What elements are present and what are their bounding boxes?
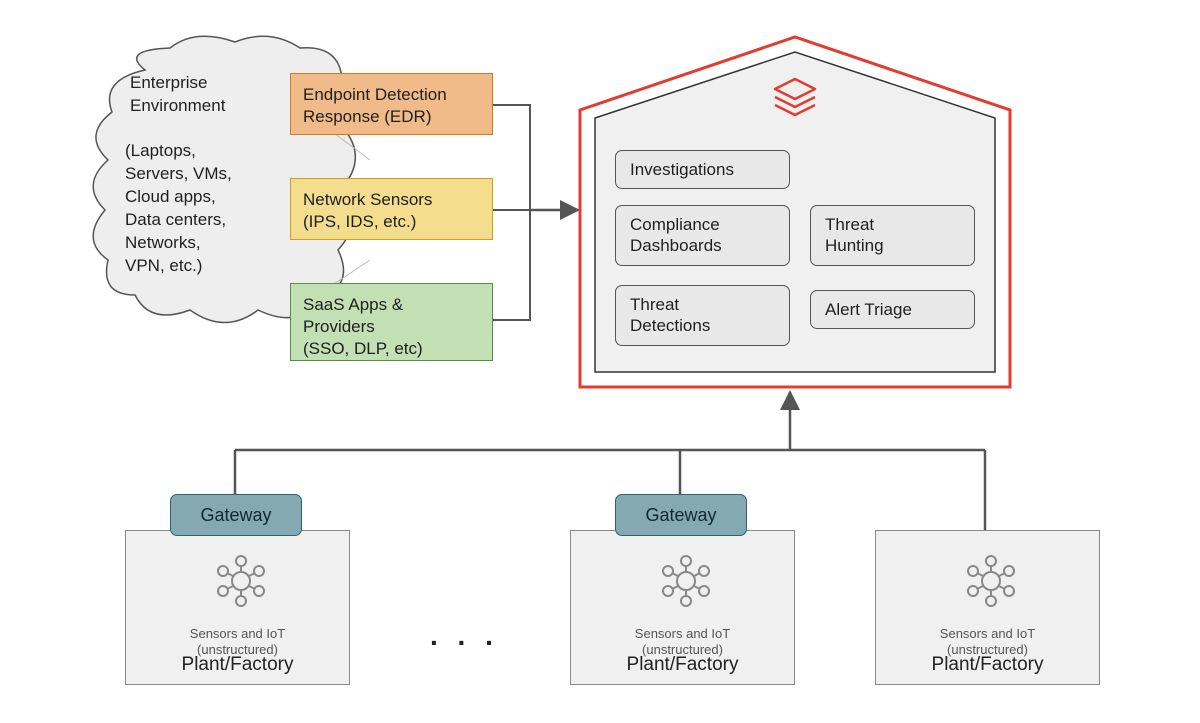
cloud-subtitle: (Laptops,Servers, VMs,Cloud apps,Data ce…: [125, 140, 300, 278]
databricks-icon: [770, 75, 820, 125]
lakehouse-hunting: ThreatHunting: [810, 205, 975, 266]
iot-mesh-icon: [656, 551, 716, 611]
cloud-title: EnterpriseEnvironment: [130, 72, 300, 118]
plant-2-title: Plant/Factory: [571, 654, 794, 676]
plant-2: Sensors and IoT(unstructured) Plant/Fact…: [570, 530, 795, 685]
gateway-2: Gateway: [615, 494, 747, 536]
iot-mesh-icon: [961, 551, 1021, 611]
plant-3: Sensors and IoT(unstructured) Plant/Fact…: [875, 530, 1100, 685]
gateway-1: Gateway: [170, 494, 302, 536]
lakehouse-detections: ThreatDetections: [615, 285, 790, 346]
source-saas: SaaS Apps &Providers(SSO, DLP, etc): [290, 283, 493, 361]
plant-1-sensors-label: Sensors and IoT(unstructured): [126, 626, 349, 657]
plant-2-sensors-label: Sensors and IoT(unstructured): [571, 626, 794, 657]
plant-1: Sensors and IoT(unstructured) Plant/Fact…: [125, 530, 350, 685]
plant-3-sensors-label: Sensors and IoT(unstructured): [876, 626, 1099, 657]
iot-mesh-icon: [211, 551, 271, 611]
lakehouse-triage: Alert Triage: [810, 290, 975, 329]
ellipsis: . . .: [430, 620, 499, 652]
plant-1-title: Plant/Factory: [126, 654, 349, 676]
lakehouse-investigations: Investigations: [615, 150, 790, 189]
source-network-sensors: Network Sensors(IPS, IDS, etc.): [290, 178, 493, 240]
plant-3-title: Plant/Factory: [876, 654, 1099, 676]
diagram-canvas: EnterpriseEnvironment (Laptops,Servers, …: [0, 0, 1200, 723]
source-edr: Endpoint DetectionResponse (EDR): [290, 73, 493, 135]
lakehouse-compliance: ComplianceDashboards: [615, 205, 790, 266]
